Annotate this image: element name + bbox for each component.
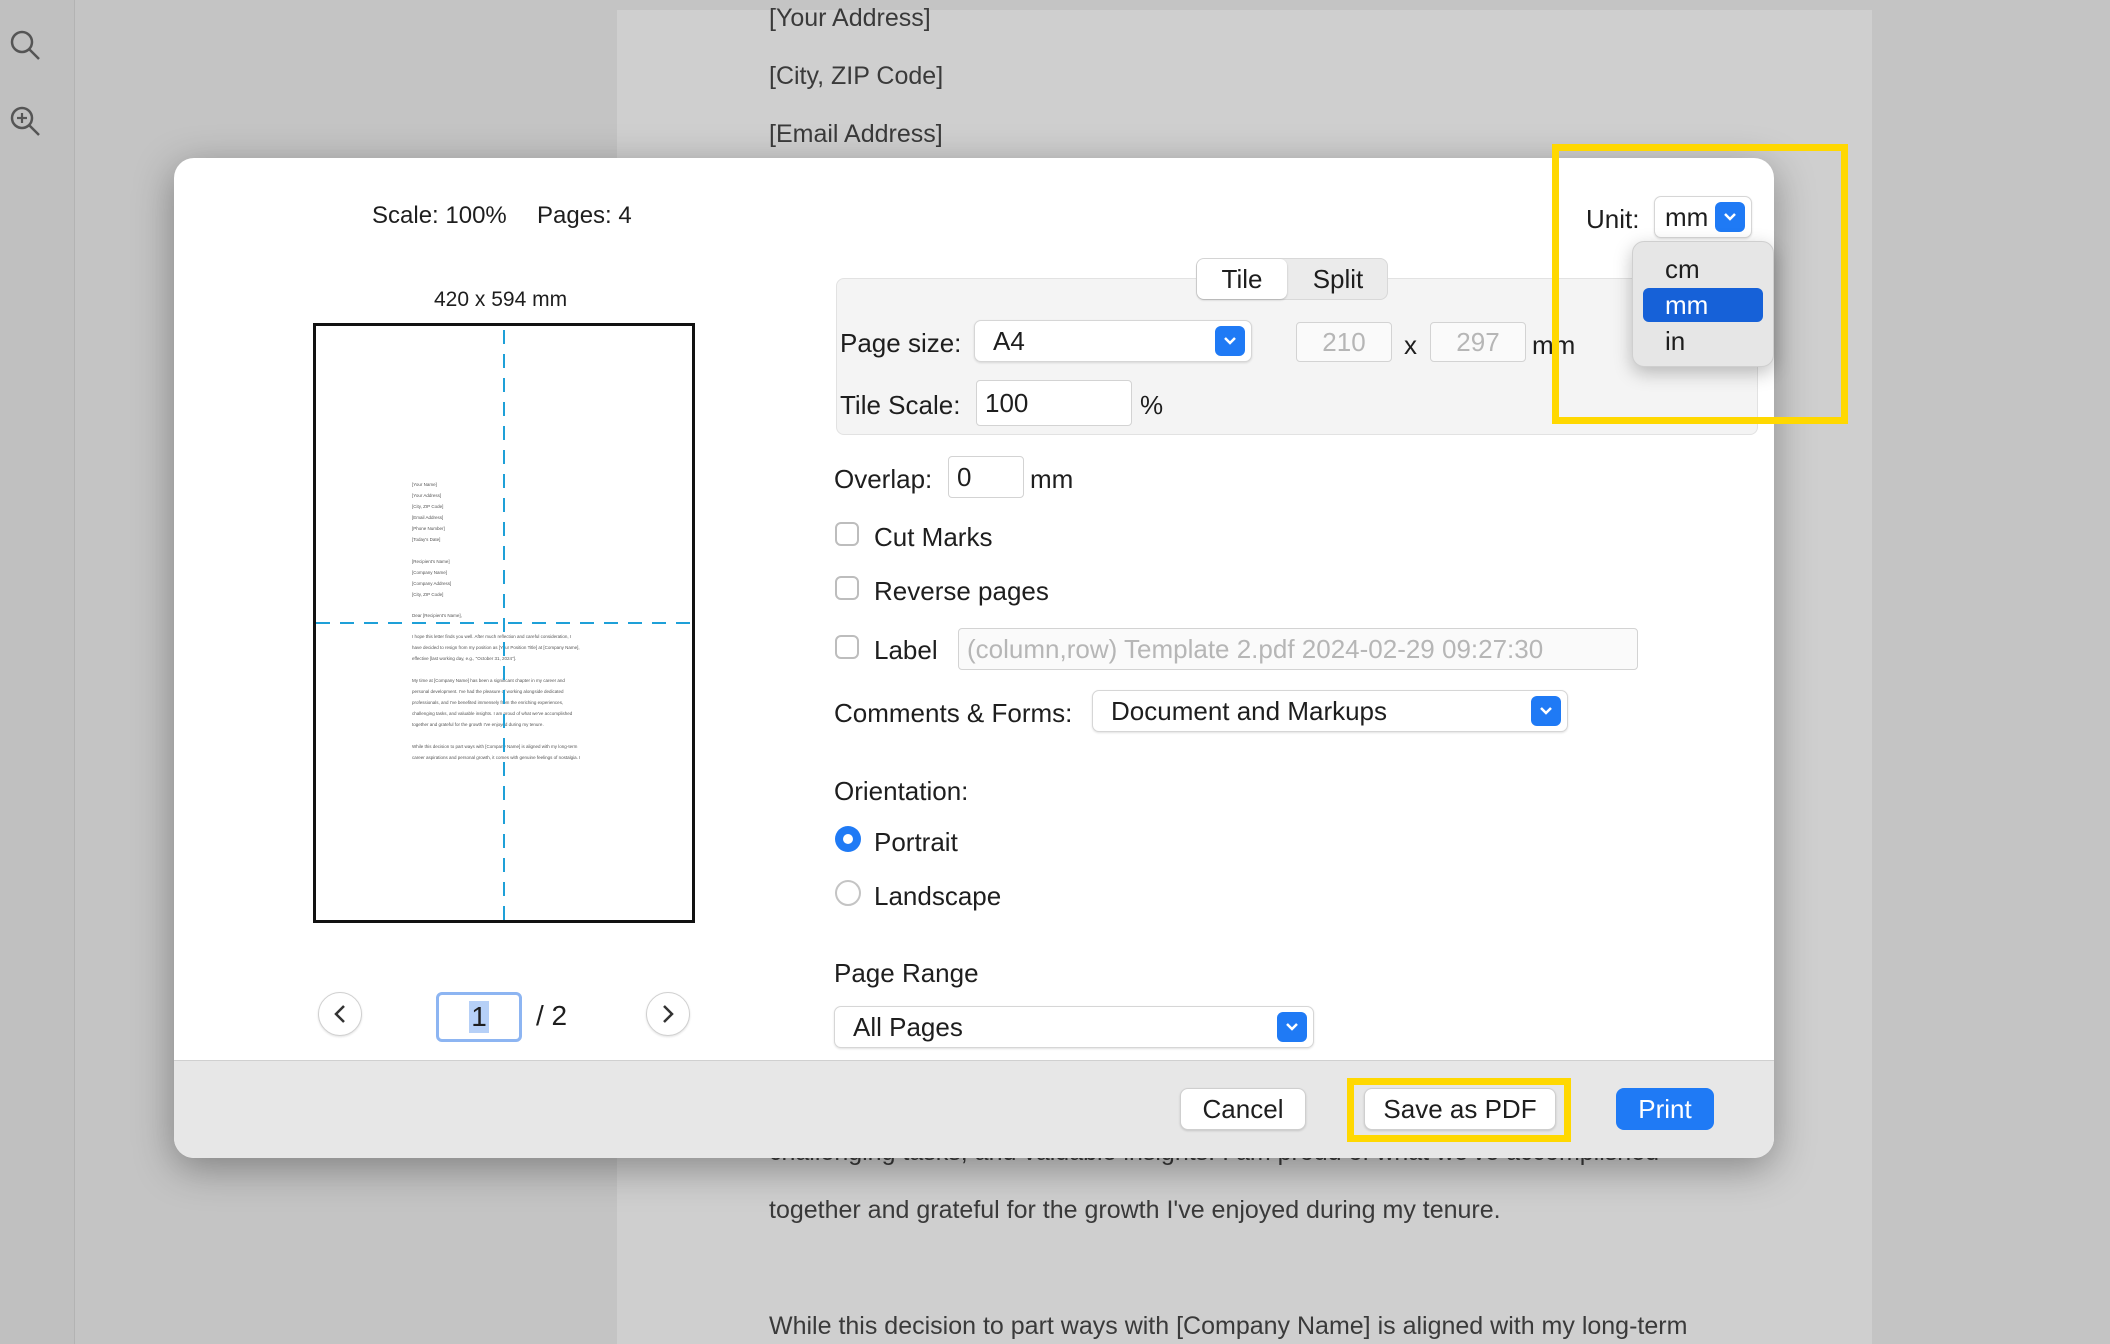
page-preview: [Your Name] [Your Address] [City, ZIP Co… [313,323,695,923]
doc-text-line: together and grateful for the growth I'v… [769,1196,1501,1224]
highlight-save-pdf-box [1347,1078,1571,1142]
orientation-label: Orientation: [834,776,969,806]
page-range-popup[interactable]: All Pages [834,1006,1314,1048]
cut-marks-checkbox[interactable] [835,522,859,546]
doc-text-line: [City, ZIP Code] [769,62,944,90]
x-separator: x [1404,330,1417,360]
overlap-input[interactable]: 0 [948,456,1024,498]
portrait-radio[interactable] [835,826,861,852]
label-label: Label [874,635,938,665]
tile-split-control: Tile Split [1196,258,1388,300]
sidebar [0,0,75,1344]
chevron-right-icon [663,1005,674,1023]
chevron-down-icon [1277,1012,1307,1042]
page-range-label: Page Range [834,958,979,988]
page-size-popup[interactable]: A4 [974,320,1252,362]
overlap-unit: mm [1030,464,1074,494]
search-icon[interactable] [8,28,42,62]
scale-text: Scale: 100% [372,202,507,229]
label-template-input[interactable]: (column,row) Template 2.pdf 2024-02-29 0… [958,628,1638,670]
doc-text-line: [Email Address] [769,120,943,148]
landscape-radio[interactable] [835,880,861,906]
page-size-label: Page size: [840,328,962,358]
cut-marks-label: Cut Marks [874,522,993,552]
preview-size-label: 420 x 594 mm [434,288,568,311]
landscape-label: Landscape [874,881,1002,911]
doc-text-line: While this decision to part ways with [C… [769,1312,1688,1340]
tab-tile[interactable]: Tile [1197,259,1287,299]
tile-guides [316,330,692,920]
height-input[interactable]: 297 [1430,322,1526,362]
cancel-button[interactable]: Cancel [1180,1088,1306,1130]
tile-scale-label: Tile Scale: [840,390,961,420]
print-dialog: Scale: 100% Pages: 4 420 x 594 mm [Your … [174,158,1774,1158]
reverse-pages-label: Reverse pages [874,576,1049,606]
print-button[interactable]: Print [1616,1088,1714,1130]
page-number-input[interactable]: 1 [436,992,522,1042]
percent-label: % [1140,390,1164,420]
tab-split[interactable]: Split [1289,259,1387,299]
label-checkbox[interactable] [835,635,859,659]
prev-page-button[interactable] [318,992,362,1036]
tile-scale-input[interactable]: 100 [976,380,1132,426]
highlight-unit-box [1552,144,1848,424]
overlap-label: Overlap: [834,464,933,494]
reverse-pages-checkbox[interactable] [835,576,859,600]
page-total: / 2 [536,1000,568,1031]
chevron-down-icon [1215,326,1245,356]
comments-forms-label: Comments & Forms: [834,698,1073,728]
portrait-label: Portrait [874,827,958,857]
zoom-in-icon[interactable] [8,104,42,138]
comments-forms-popup[interactable]: Document and Markups [1092,690,1568,732]
doc-text-line: [Your Address] [769,4,931,32]
chevron-left-icon [334,1005,345,1023]
width-input[interactable]: 210 [1296,322,1392,362]
next-page-button[interactable] [646,992,690,1036]
chevron-down-icon [1531,696,1561,726]
pages-text: Pages: 4 [537,202,632,229]
